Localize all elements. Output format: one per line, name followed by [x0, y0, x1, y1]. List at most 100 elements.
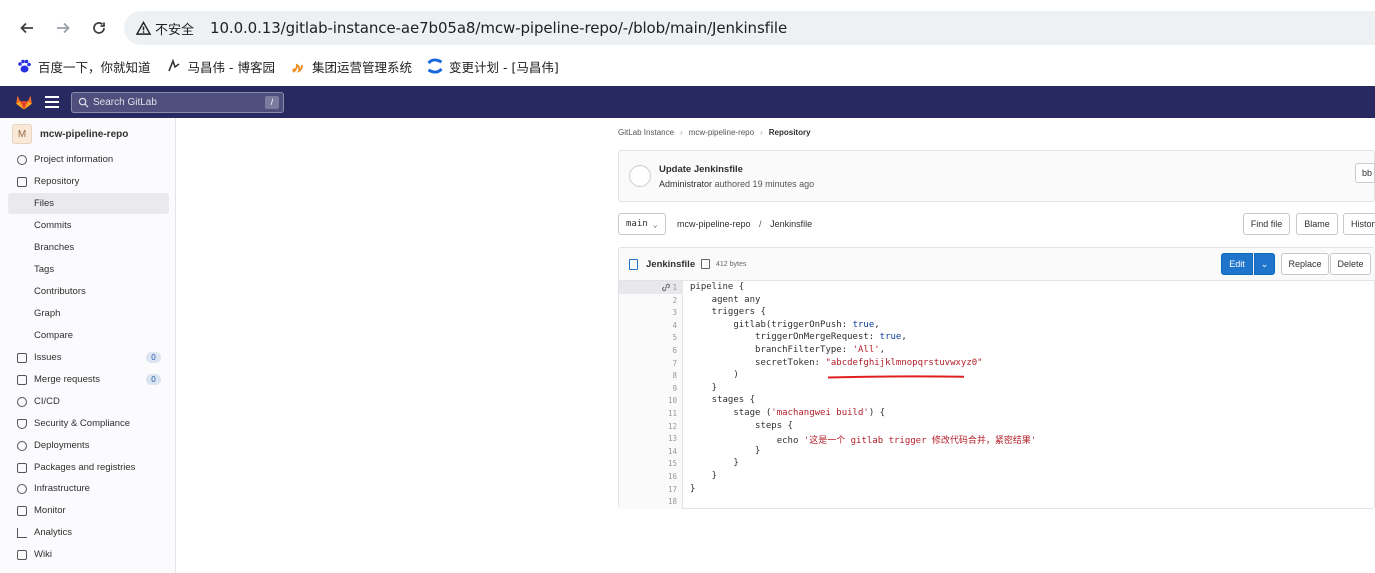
code-line: }: [690, 483, 696, 494]
sidebar-subitem-compare[interactable]: Compare: [8, 325, 169, 346]
code-line: pipeline {: [690, 282, 745, 292]
address-bar[interactable]: 不安全 10.0.0.13/gitlab-instance-ae7b05a8/m…: [124, 11, 1375, 45]
search-input[interactable]: Search GitLab /: [71, 92, 284, 113]
bookmark-label: 变更计划 - [马昌伟]: [449, 59, 559, 75]
line-number[interactable]: 9: [619, 384, 683, 393]
replace-button[interactable]: Replace: [1281, 253, 1329, 275]
back-arrow-icon: [20, 22, 33, 34]
security-indicator[interactable]: 不安全: [136, 19, 194, 38]
sidebar-subitem-commits[interactable]: Commits: [8, 215, 169, 236]
file-viewer: Jenkinsfile 412 bytes Edit ⌄ Replace Del…: [618, 247, 1375, 509]
line-number[interactable]: 15: [619, 459, 683, 468]
forward-arrow-icon: [57, 22, 70, 34]
file-name[interactable]: Jenkinsfile: [646, 259, 695, 270]
line-number[interactable]: 14: [619, 447, 683, 456]
last-commit-panel: Update Jenkinsfile Administrator authore…: [618, 150, 1375, 202]
warning-triangle-icon: [136, 20, 151, 35]
sidebar-item-deployments[interactable]: Deployments: [8, 435, 169, 456]
line-number[interactable]: 6: [619, 346, 683, 355]
history-button[interactable]: History: [1343, 213, 1375, 235]
line-number[interactable]: 18: [619, 497, 683, 506]
deploy-icon: [17, 440, 27, 451]
info-icon: [17, 154, 27, 165]
file-size: 412 bytes: [716, 261, 747, 268]
search-placeholder: Search GitLab: [93, 97, 157, 108]
search-shortcut-hint: /: [265, 96, 279, 109]
line-number[interactable]: 13: [619, 434, 683, 443]
sidebar-item-packages-registries[interactable]: Packages and registries: [8, 457, 169, 478]
sidebar-subitem-branches[interactable]: Branches: [8, 237, 169, 258]
code-line: gitlab(triggerOnPush: true,: [690, 319, 880, 330]
forward-button[interactable]: [50, 15, 76, 41]
sidebar-item-repository[interactable]: Repository: [8, 171, 169, 192]
bookmark-ops-system[interactable]: 集团运营管理系统: [290, 57, 412, 76]
breadcrumb-separator-icon: ›: [680, 128, 683, 137]
sidebar-item-issues[interactable]: Issues 0: [8, 347, 169, 368]
line-number[interactable]: 17: [619, 485, 683, 494]
line-number[interactable]: 10: [619, 396, 683, 405]
sidebar-item-project-information[interactable]: Project information: [8, 149, 169, 170]
copy-path-icon[interactable]: [701, 259, 710, 269]
line-number[interactable]: 12: [619, 422, 683, 431]
edit-button[interactable]: Edit: [1221, 253, 1253, 275]
code-line: }: [690, 458, 739, 469]
sidebar-subitem-files[interactable]: Files: [8, 193, 169, 214]
bookmark-cnblogs[interactable]: 马昌伟 - 博客园: [166, 57, 275, 76]
sidebar-item-analytics[interactable]: Analytics: [8, 522, 169, 543]
breadcrumb-item[interactable]: mcw-pipeline-repo: [689, 128, 754, 137]
reload-icon: [93, 22, 105, 34]
cnblogs-icon: [166, 58, 182, 74]
line-number[interactable]: 16: [619, 472, 683, 481]
commit-title[interactable]: Update Jenkinsfile: [659, 164, 743, 175]
fire-icon: [290, 58, 306, 74]
branch-selector[interactable]: main ⌄: [618, 213, 666, 235]
project-header[interactable]: M mcw-pipeline-repo: [12, 124, 128, 144]
line-number[interactable]: 3: [619, 308, 683, 317]
sidebar-subitem-contributors[interactable]: Contributors: [8, 281, 169, 302]
line-number[interactable]: 2: [619, 296, 683, 305]
sidebar-item-security-compliance[interactable]: Security & Compliance: [8, 413, 169, 434]
reload-button[interactable]: [86, 15, 112, 41]
breadcrumb: GitLab Instance › mcw-pipeline-repo › Re…: [618, 128, 811, 137]
line-number[interactable]: 7: [619, 359, 683, 368]
breadcrumb-item[interactable]: GitLab Instance: [618, 128, 674, 137]
bookmark-baidu[interactable]: 百度一下，你就知道: [16, 57, 151, 76]
edit-dropdown-button[interactable]: ⌄: [1254, 253, 1275, 275]
gitlab-logo-icon[interactable]: [15, 93, 33, 111]
sidebar-item-monitor[interactable]: Monitor: [8, 500, 169, 521]
code-line: secretToken: "abcdefghijklmnopqrstuvwxyz…: [690, 357, 983, 368]
branch-name: main: [626, 219, 648, 229]
sidebar-subitem-graph[interactable]: Graph: [8, 303, 169, 324]
baidu-paw-icon: [16, 58, 32, 74]
sidebar-item-wiki[interactable]: Wiki: [8, 544, 169, 565]
line-number[interactable]: 5: [619, 333, 683, 342]
sidebar-subitem-tags[interactable]: Tags: [8, 259, 169, 280]
sidebar-item-merge-requests[interactable]: Merge requests 0: [8, 369, 169, 390]
sidebar-item-infrastructure[interactable]: Infrastructure: [8, 478, 169, 499]
file-path: mcw-pipeline-repo / Jenkinsfile: [677, 219, 812, 229]
sidebar-item-ci-cd[interactable]: CI/CD: [8, 391, 169, 412]
merge-request-icon: [17, 374, 27, 385]
path-file: Jenkinsfile: [770, 219, 813, 229]
confluence-icon: [427, 58, 443, 74]
line-number[interactable]: 4: [619, 321, 683, 330]
commit-author[interactable]: Administrator: [659, 179, 712, 189]
code-viewer: 1 2 3 4 5 6 7 8 9 10 11 12 13 14 15 16 17 18 pipeline { a…: [619, 281, 1375, 509]
path-repo-link[interactable]: mcw-pipeline-repo: [677, 219, 751, 229]
commit-sha-button[interactable]: bb: [1355, 163, 1375, 183]
find-file-button[interactable]: Find file: [1243, 213, 1290, 235]
bookmark-change-plan[interactable]: 变更计划 - [马昌伟]: [427, 57, 559, 76]
cloud-icon: [17, 483, 27, 494]
hamburger-menu-icon[interactable]: [45, 96, 59, 108]
delete-button[interactable]: Delete: [1330, 253, 1371, 275]
url-text[interactable]: 10.0.0.13/gitlab-instance-ae7b05a8/mcw-p…: [210, 19, 787, 37]
project-name: mcw-pipeline-repo: [40, 128, 129, 140]
code-line: stage ('machangwei build') {: [690, 408, 886, 418]
line-number[interactable]: 1: [619, 283, 683, 292]
back-button[interactable]: [14, 15, 40, 41]
breadcrumb-current[interactable]: Repository: [769, 128, 811, 137]
line-number[interactable]: 8: [619, 371, 683, 380]
line-number[interactable]: 11: [619, 409, 683, 418]
blame-button[interactable]: Blame: [1296, 213, 1338, 235]
author-avatar[interactable]: [629, 165, 651, 187]
